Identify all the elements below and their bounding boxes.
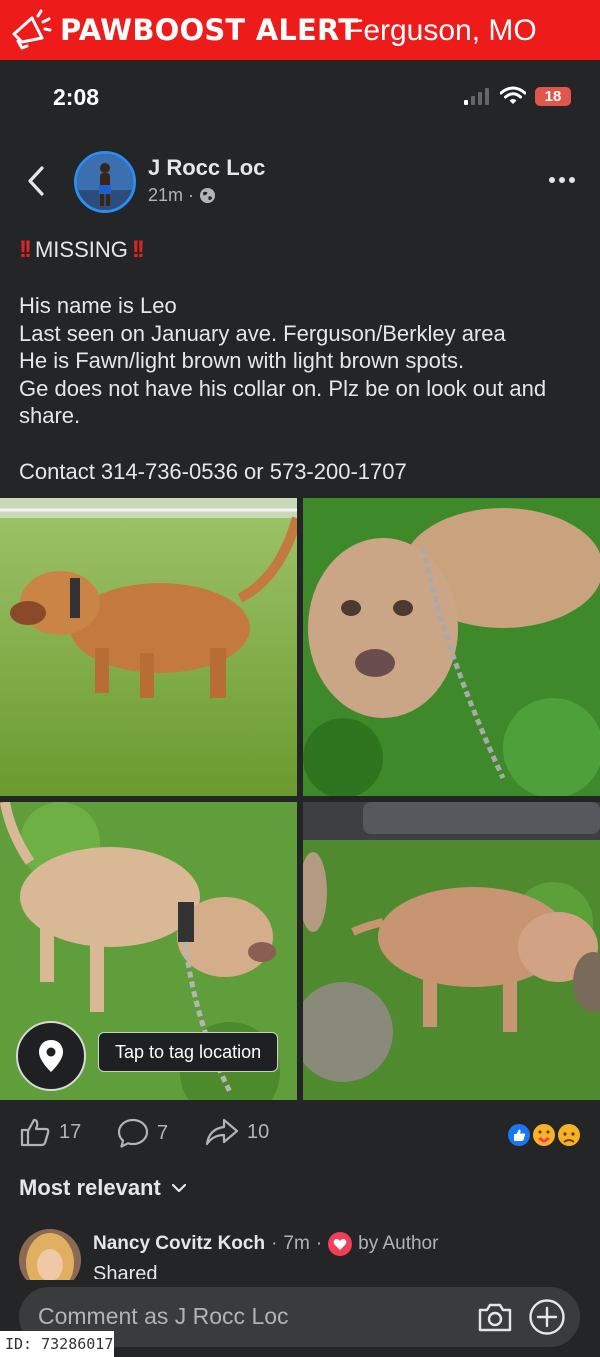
globe-icon <box>199 187 216 204</box>
heart-icon <box>328 1232 353 1256</box>
reaction-icons[interactable] <box>506 1121 584 1149</box>
author-avatar[interactable] <box>74 151 136 213</box>
post-body: His name is Leo Last seen on January ave… <box>19 292 589 430</box>
comment-separator: · <box>315 1233 323 1254</box>
share-arrow-icon <box>205 1118 239 1146</box>
signal-icon <box>464 88 489 105</box>
post-line: He is Fawn/light brown with light brown … <box>19 348 465 373</box>
battery-indicator: 18 <box>535 87 571 106</box>
tag-location-tooltip[interactable]: Tap to tag location <box>98 1032 279 1072</box>
post-meta: 21m · <box>148 185 216 206</box>
alert-title: PAWBOOST ALERT <box>60 13 359 47</box>
alert-banner: PAWBOOST ALERT Ferguson, MO <box>0 0 600 60</box>
missing-heading: !! MISSING !! <box>19 236 589 264</box>
tag-location-button[interactable] <box>16 1021 86 1091</box>
comment-action[interactable]: 7 <box>117 1117 168 1149</box>
share-action[interactable]: 10 <box>205 1117 269 1147</box>
comment-text: Shared <box>93 1263 158 1279</box>
author-name[interactable]: J Rocc Loc <box>148 155 265 181</box>
like-action[interactable]: 17 <box>19 1117 81 1147</box>
comment-sort-selector[interactable]: Most relevant <box>19 1175 187 1201</box>
location-pin-icon <box>39 1040 63 1072</box>
missing-label: MISSING <box>34 237 128 262</box>
sad-reaction-icon <box>556 1122 582 1148</box>
like-count: 17 <box>59 1120 82 1143</box>
share-count: 10 <box>247 1120 270 1143</box>
thumbs-up-icon <box>20 1118 50 1147</box>
more-options-icon[interactable] <box>544 168 580 192</box>
camera-icon[interactable] <box>477 1300 513 1334</box>
contact-line: Contact 314-736-0536 or 573-200-1707 <box>19 459 407 484</box>
comment-time: 7m <box>283 1233 310 1254</box>
care-reaction-icon <box>531 1122 557 1148</box>
comment-separator: · <box>271 1233 278 1254</box>
status-time: 2:08 <box>53 84 100 110</box>
back-chevron-icon[interactable] <box>22 164 50 198</box>
like-reaction-icon <box>506 1122 532 1148</box>
wifi-icon <box>500 86 526 104</box>
dog-photo-1[interactable] <box>0 498 297 796</box>
commenter-name[interactable]: Nancy Covitz Koch <box>93 1233 265 1255</box>
alert-location: Ferguson, MO <box>345 14 537 47</box>
avatar-photo <box>77 154 133 210</box>
post-line: Last seen on January ave. Ferguson/Berkl… <box>19 320 506 346</box>
dog-photo-4[interactable] <box>303 802 600 1100</box>
comment-count: 7 <box>157 1121 169 1144</box>
dog-photo-2[interactable] <box>303 498 600 796</box>
post-time: 21m <box>148 185 184 205</box>
double-exclamation-icon: !! <box>19 236 32 263</box>
post-line: Ge does not have his collar on. Plz be o… <box>19 375 547 429</box>
double-exclamation-icon: !! <box>131 236 145 263</box>
comment-placeholder: Comment as J Rocc Loc <box>38 1303 289 1329</box>
comment-header: Nancy Covitz Koch · 7m · by Author <box>93 1232 438 1256</box>
megaphone-icon <box>12 9 52 50</box>
add-attachment-icon[interactable] <box>528 1298 566 1336</box>
chevron-down-icon <box>171 1183 186 1193</box>
author-badge: by Author <box>358 1233 439 1254</box>
post-line: His name is Leo <box>19 293 177 318</box>
comment-bubble-icon <box>117 1118 149 1148</box>
meta-separator: · <box>188 185 195 205</box>
sort-label: Most relevant <box>19 1175 161 1200</box>
listing-id: ID: 73286017 <box>0 1331 114 1357</box>
